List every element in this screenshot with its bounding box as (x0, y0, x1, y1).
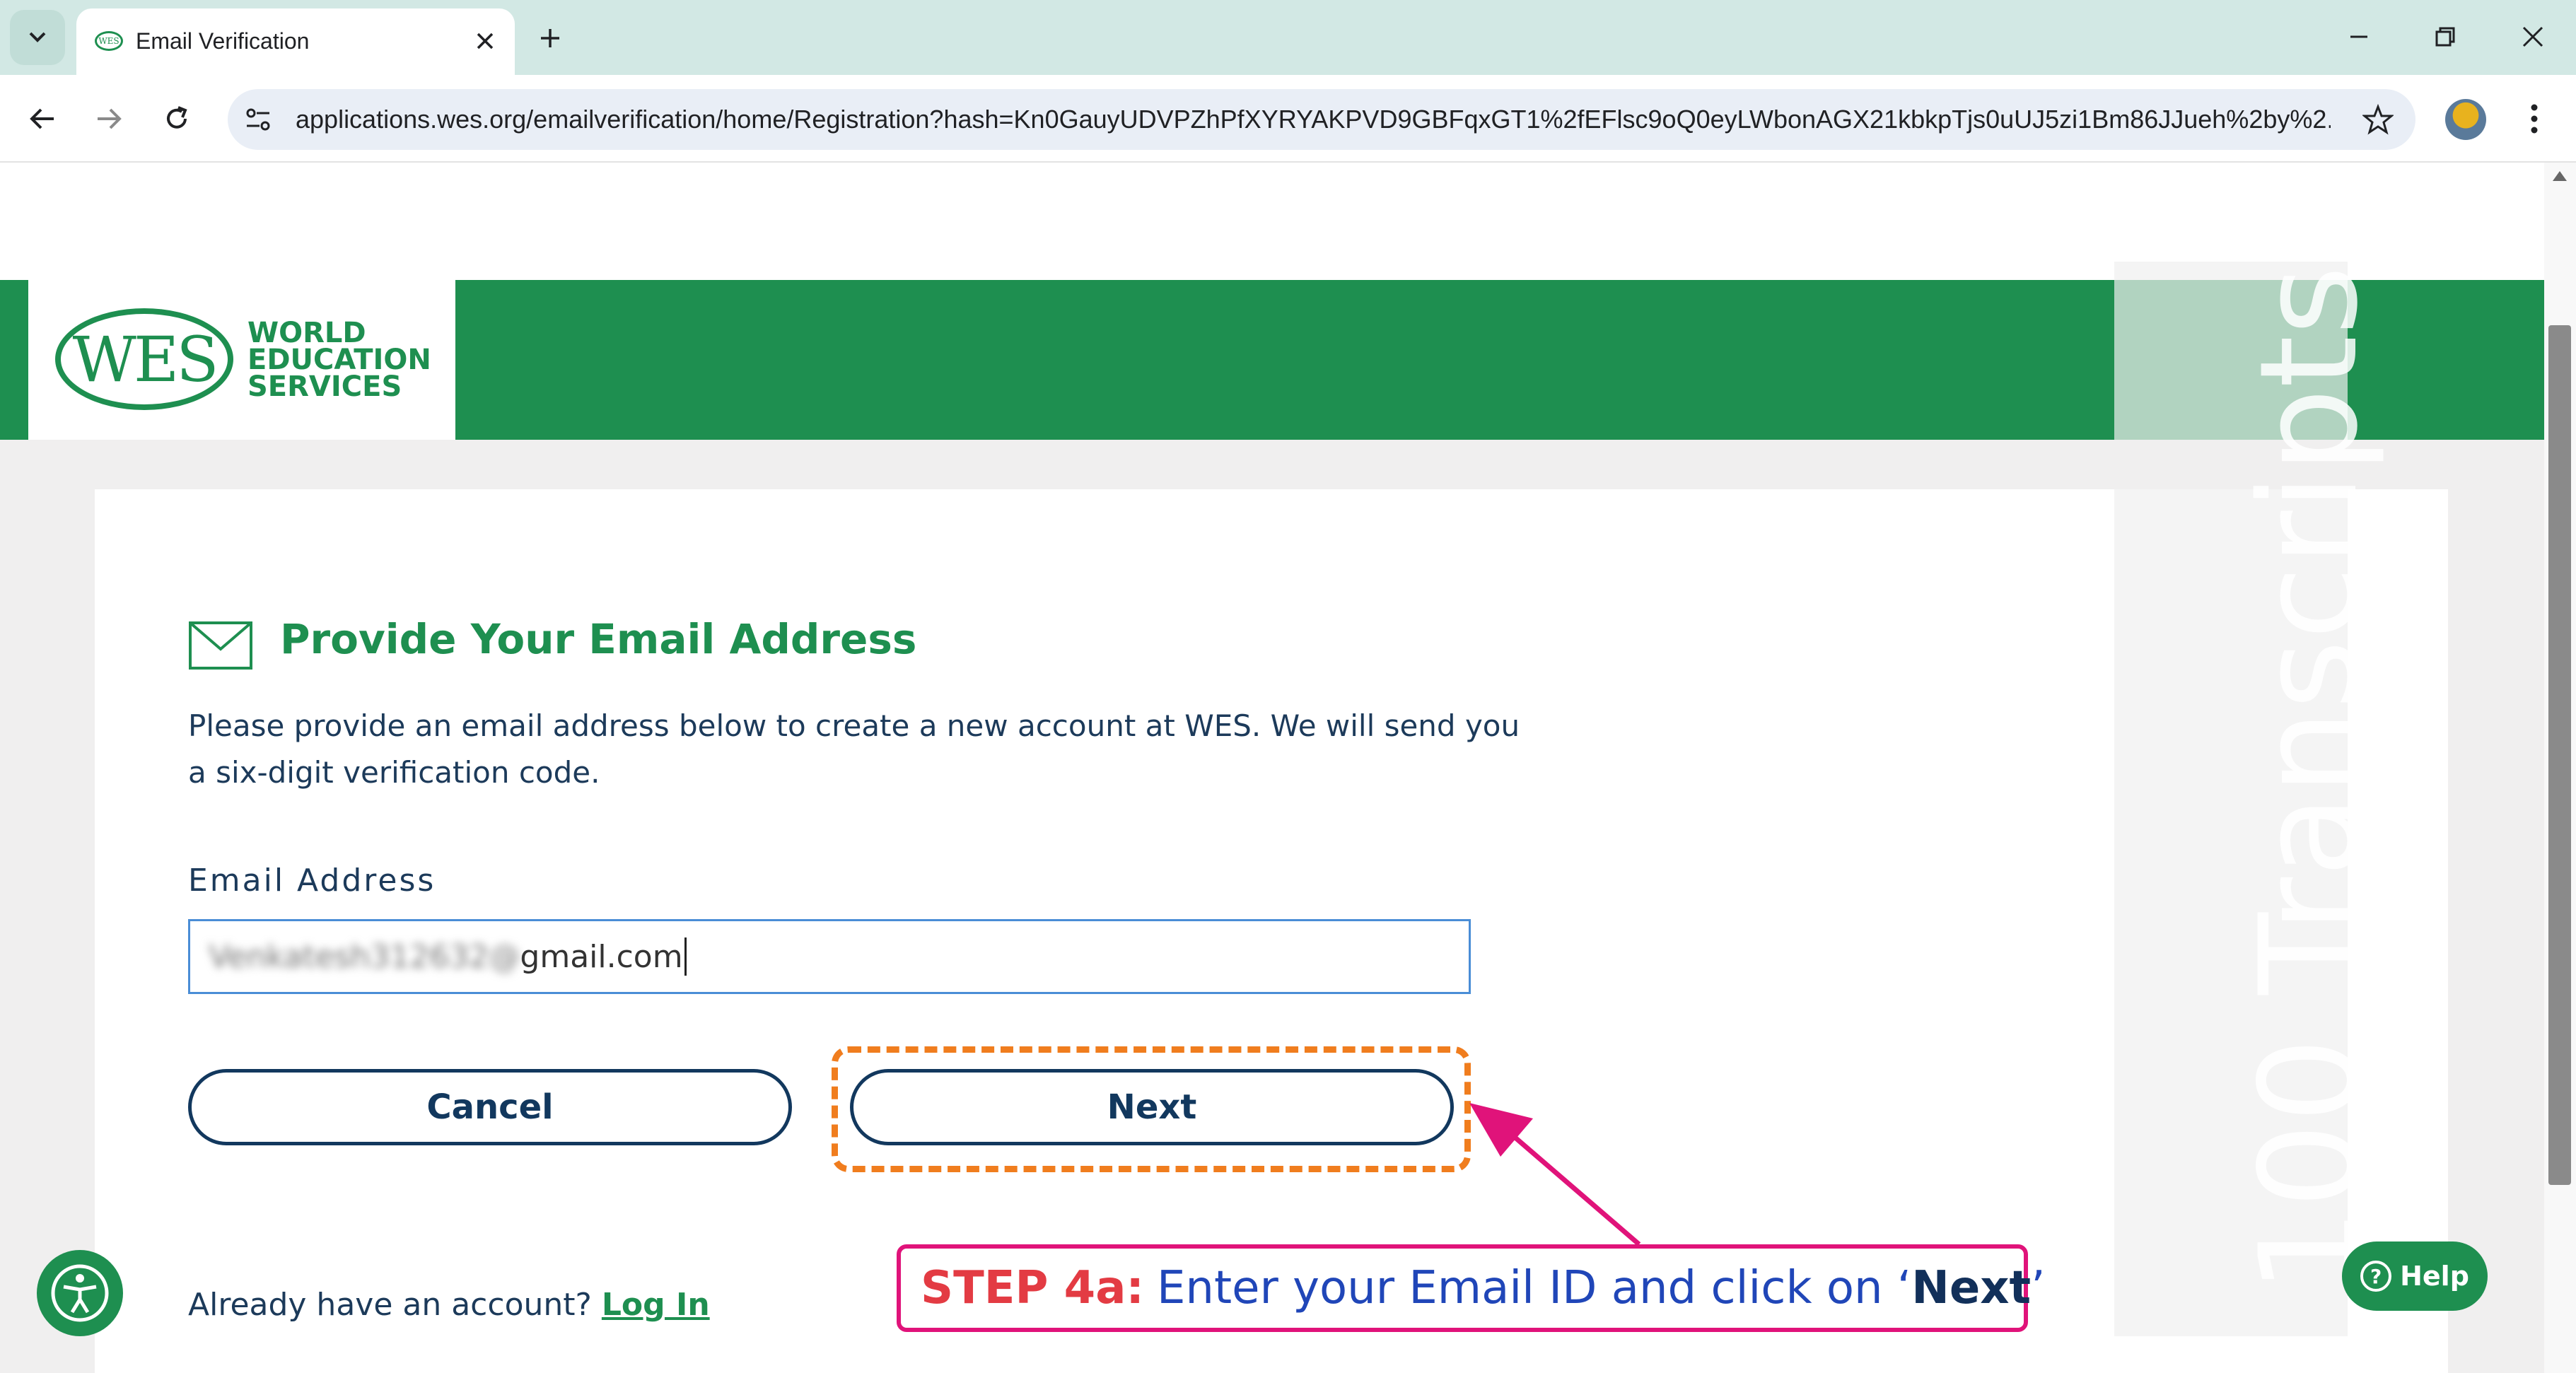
tab-email-verification[interactable]: WES Email Verification (76, 8, 515, 75)
avatar[interactable] (2445, 99, 2486, 140)
close-window-button[interactable] (2512, 16, 2554, 58)
back-button[interactable] (21, 98, 64, 140)
step-close-quote: ’ (2031, 1262, 2046, 1314)
site-info-icon (246, 108, 270, 131)
site-info-button[interactable] (242, 103, 274, 136)
arrow-head (1469, 1103, 1533, 1157)
step-annotation: STEP 4a: Enter your Email ID and click o… (897, 1244, 2045, 1332)
wes-favicon-icon: WES (95, 31, 123, 51)
scroll-up-arrow-icon[interactable] (2553, 171, 2567, 181)
kebab-menu-icon (2531, 104, 2538, 134)
plus-icon (541, 29, 559, 47)
help-question-icon: ? (2360, 1261, 2392, 1292)
close-icon (477, 33, 494, 49)
bookmark-button[interactable] (2362, 103, 2394, 136)
tab-strip: WES Email Verification (0, 0, 2576, 75)
scrollbar-thumb[interactable] (2548, 325, 2571, 1185)
reload-icon (167, 106, 187, 129)
star-icon (2362, 104, 2394, 135)
close-icon (2522, 26, 2543, 47)
step-instruction: Enter your Email ID and click on ‘Next’ (1157, 1262, 2045, 1314)
back-arrow-icon (30, 108, 54, 129)
page-viewport: WES WORLD EDUCATION SERVICES 100 Transcr… (0, 163, 2544, 1373)
tab-close-button[interactable] (471, 27, 499, 55)
forward-arrow-icon (98, 108, 122, 129)
browser-toolbar: applications.wes.org/emailverification/h… (0, 75, 2576, 163)
arrow-shaft (1504, 1128, 1641, 1246)
chevron-down-icon (29, 32, 46, 42)
tab-title: Email Verification (136, 28, 310, 54)
minimize-button[interactable] (2338, 16, 2380, 58)
tab-search-button[interactable] (10, 10, 65, 65)
step-label: STEP 4a: (921, 1262, 1144, 1314)
new-tab-button[interactable] (532, 20, 569, 57)
restore-button[interactable] (2424, 16, 2466, 58)
restore-icon (2435, 27, 2455, 47)
step-emphasis: Next (1911, 1262, 2032, 1314)
help-label: Help (2400, 1261, 2469, 1292)
minimize-icon (2350, 35, 2367, 38)
accessibility-button[interactable] (37, 1250, 123, 1336)
reload-button[interactable] (156, 98, 198, 140)
url-text[interactable]: applications.wes.org/emailverification/h… (296, 105, 2331, 134)
forward-button[interactable] (88, 98, 130, 140)
help-button[interactable]: ? Help (2342, 1241, 2488, 1311)
step-instruction-text: Enter your Email ID and click on ‘ (1156, 1262, 1912, 1314)
address-bar[interactable]: applications.wes.org/emailverification/h… (228, 89, 2415, 150)
page-scrollbar[interactable] (2544, 163, 2576, 1373)
annotation-arrow (1469, 1103, 1641, 1246)
accessibility-icon (51, 1264, 109, 1322)
browser-menu-button[interactable] (2513, 98, 2555, 140)
